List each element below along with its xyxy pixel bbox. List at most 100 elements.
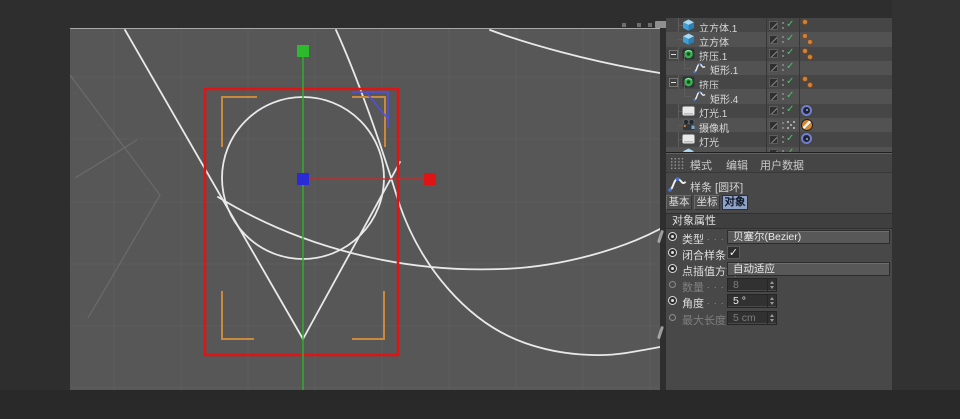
- dropdown-点插值方式[interactable]: 自动适应: [727, 262, 890, 276]
- visibility-dot-gray[interactable]: [782, 136, 784, 138]
- column-divider: [766, 18, 767, 152]
- menu-edit[interactable]: 编辑: [726, 157, 748, 173]
- visibility-dot-gray[interactable]: [782, 79, 784, 81]
- tree-branch-tick: [684, 68, 691, 69]
- visibility-dot-gray[interactable]: [782, 50, 784, 52]
- checkbox-闭合样条[interactable]: ✓: [727, 246, 740, 259]
- visibility-dot-gray[interactable]: [782, 27, 784, 29]
- attribute-menubar: 模式 编辑 用户数据: [666, 154, 892, 173]
- center-handle[interactable]: [297, 173, 309, 185]
- object-row-挤压[interactable]: 挤压✓: [666, 75, 892, 89]
- keyframe-circle[interactable]: [668, 232, 677, 241]
- visibility-dot-gray[interactable]: [782, 36, 784, 38]
- enable-check[interactable]: ✓: [786, 90, 798, 101]
- object-manager: 立方体.1✓立方体✓挤压.1✓矩形.1✓挤压✓矩形.4✓灯光.1✓摄像机灯光✓✓: [666, 18, 892, 152]
- collapse-toggle[interactable]: [669, 78, 678, 87]
- layer-color-box[interactable]: [769, 92, 778, 101]
- x-axis-handle[interactable]: [424, 173, 436, 185]
- object-row-矩形.4[interactable]: 矩形.4✓: [666, 89, 892, 103]
- object-row-灯光[interactable]: 灯光✓: [666, 132, 892, 146]
- keyframe-circle[interactable]: [668, 264, 677, 273]
- viewport-option-icon[interactable]: [648, 23, 652, 27]
- render-visibility-dot[interactable]: [807, 82, 813, 88]
- viewport-option-icon[interactable]: [622, 23, 626, 27]
- layer-color-box[interactable]: [769, 63, 778, 72]
- grid-icon: [671, 158, 684, 169]
- enable-check[interactable]: ✓: [786, 76, 798, 87]
- visibility-dot-gray[interactable]: [782, 107, 784, 109]
- tree-branch-tick: [684, 96, 691, 97]
- object-row-立方体[interactable]: 立方体✓: [666, 32, 892, 46]
- visibility-dot-gray[interactable]: [782, 122, 784, 124]
- number-field-角度[interactable]: 5 °: [727, 294, 777, 308]
- spline-icon: [693, 90, 706, 102]
- object-row-立方体.1[interactable]: 立方体.1✓: [666, 18, 892, 32]
- visibility-dot-gray[interactable]: [782, 127, 784, 129]
- object-row-矩形.1[interactable]: 矩形.1✓: [666, 61, 892, 75]
- camera-disabled-icon[interactable]: [801, 119, 813, 131]
- attribute-object-label: 样条 [圆环]: [690, 179, 743, 195]
- editor-visibility-dot[interactable]: [802, 19, 808, 25]
- viewport-grid: [70, 29, 660, 390]
- stepper-数量[interactable]: [767, 279, 776, 291]
- visibility-dot-gray[interactable]: [782, 112, 784, 114]
- tab-基本[interactable]: 基本: [666, 195, 692, 210]
- enable-check[interactable]: ✓: [786, 33, 798, 44]
- layer-color-box[interactable]: [769, 21, 778, 30]
- object-row-挤压.1[interactable]: 挤压.1✓: [666, 47, 892, 61]
- viewport-option-icon[interactable]: [637, 23, 641, 27]
- number-field-数量[interactable]: 8: [727, 278, 777, 292]
- number-field-最大长度[interactable]: 5 cm: [727, 311, 777, 325]
- layer-color-box[interactable]: [769, 106, 778, 115]
- keyframe-circle[interactable]: [668, 248, 677, 257]
- property-row-最大长度: 最大长度. .5 cm: [666, 310, 892, 326]
- layer-color-box[interactable]: [769, 121, 778, 130]
- keyframe-circle[interactable]: [668, 296, 677, 305]
- dropdown-类型[interactable]: 贝塞尔(Bezier): [727, 230, 890, 244]
- enable-check[interactable]: ✓: [786, 133, 798, 144]
- light-target-icon[interactable]: [801, 105, 812, 116]
- property-row-点插值方式: 点插值方式自动适应: [666, 261, 892, 277]
- render-visibility-dot[interactable]: [807, 54, 813, 60]
- layer-color-box[interactable]: [769, 49, 778, 58]
- object-row-摄像机[interactable]: 摄像机: [666, 118, 892, 132]
- visibility-dot-gray[interactable]: [782, 64, 784, 66]
- visibility-dot-gray[interactable]: [782, 84, 784, 86]
- visibility-dot-gray[interactable]: [782, 41, 784, 43]
- render-visibility-dot[interactable]: [807, 39, 813, 45]
- editor-visibility-dot[interactable]: [802, 33, 808, 39]
- keyframe-circle[interactable]: [669, 281, 676, 288]
- pin-right-line: [303, 162, 400, 339]
- stepper-角度[interactable]: [767, 295, 776, 307]
- keyframe-circle[interactable]: [669, 314, 676, 321]
- cinema4d-window: 立方体.1✓立方体✓挤压.1✓矩形.1✓挤压✓矩形.4✓灯光.1✓摄像机灯光✓✓…: [0, 0, 960, 419]
- tree-branch-line: [684, 82, 685, 96]
- layer-color-box[interactable]: [769, 135, 778, 144]
- enable-check[interactable]: ✓: [786, 61, 798, 72]
- attribute-object-row: 样条 [圆环]: [666, 174, 892, 195]
- layer-color-box[interactable]: [769, 78, 778, 87]
- editor-visibility-dot[interactable]: [802, 48, 808, 54]
- visibility-dot-gray[interactable]: [782, 55, 784, 57]
- editor-visibility-dot[interactable]: [802, 76, 808, 82]
- collapse-toggle[interactable]: [669, 50, 678, 59]
- enable-check[interactable]: ✓: [786, 19, 798, 30]
- light-target-icon[interactable]: [801, 133, 812, 144]
- menu-userdata[interactable]: 用户数据: [760, 157, 804, 173]
- tab-对象[interactable]: 对象: [722, 195, 748, 210]
- layer-color-box[interactable]: [769, 35, 778, 44]
- stepper-最大长度[interactable]: [767, 312, 776, 324]
- visibility-dot-gray[interactable]: [782, 141, 784, 143]
- 3d-viewport[interactable]: [70, 29, 660, 390]
- enable-check[interactable]: ✓: [786, 104, 798, 115]
- visibility-dot-gray[interactable]: [782, 98, 784, 100]
- enable-check[interactable]: ✓: [786, 47, 798, 58]
- object-row-灯光.1[interactable]: 灯光.1✓: [666, 104, 892, 118]
- y-axis-handle[interactable]: [297, 45, 309, 57]
- spline-object-icon: [668, 176, 687, 193]
- visibility-dot-gray[interactable]: [782, 93, 784, 95]
- visibility-dot-gray[interactable]: [782, 22, 784, 24]
- tab-坐标[interactable]: 坐标: [694, 195, 720, 210]
- menu-mode[interactable]: 模式: [690, 157, 712, 173]
- visibility-dot-gray[interactable]: [782, 69, 784, 71]
